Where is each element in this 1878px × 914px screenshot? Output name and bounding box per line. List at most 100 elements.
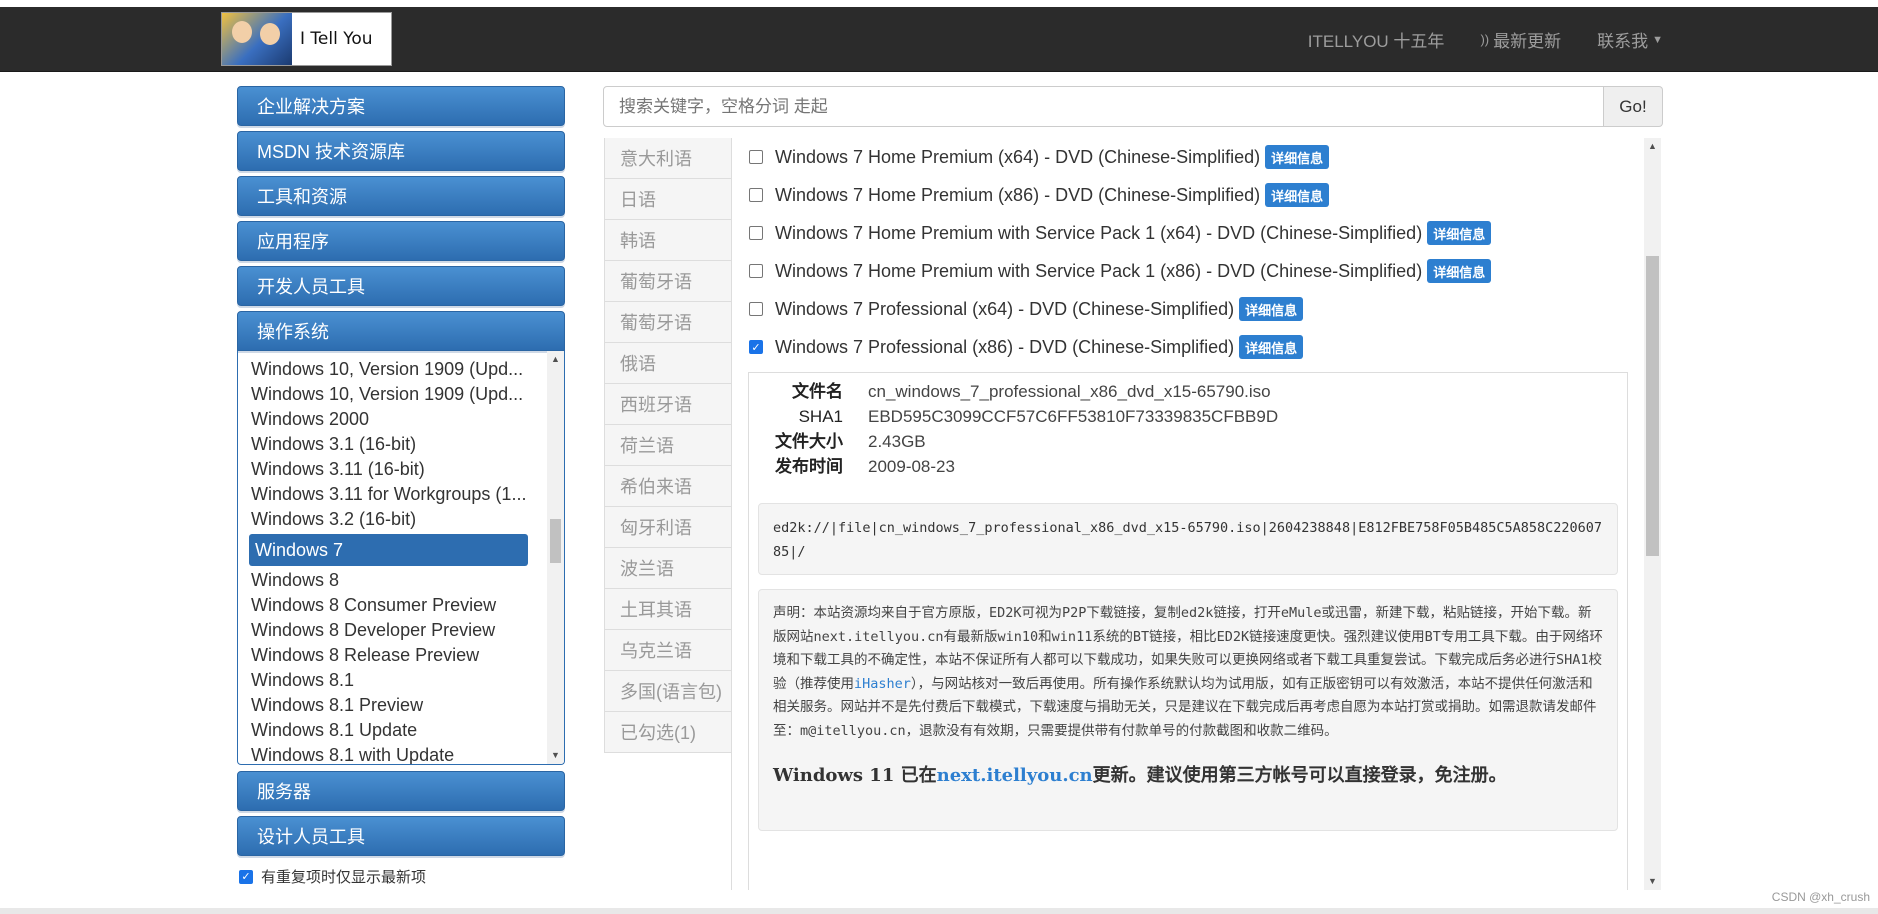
os-list-item[interactable]: Windows 8 [251, 568, 534, 593]
category-label: 工具和资源 [257, 187, 347, 207]
release-checkbox[interactable] [749, 150, 763, 164]
language-item[interactable]: 多国(语言包) [604, 671, 731, 712]
language-item[interactable]: 波兰语 [604, 548, 731, 589]
category-msdn[interactable]: MSDN 技术资源库 [237, 131, 565, 171]
language-item[interactable]: 意大利语 [604, 138, 731, 179]
os-list-item[interactable]: Windows 10, Version 1909 (Upd... [251, 357, 534, 382]
category-operating-systems[interactable]: 操作系统 [237, 311, 565, 351]
os-list-item[interactable]: Windows 8.1 Preview [251, 693, 534, 718]
release-panel: Windows 7 Home Premium (x64) - DVD (Chin… [733, 138, 1645, 890]
nav-contact-dropdown[interactable]: 联系我 ▼ [1597, 27, 1663, 52]
category-tools[interactable]: 工具和资源 [237, 176, 565, 216]
details-button[interactable]: 详细信息 [1427, 221, 1492, 245]
details-button[interactable]: 详细信息 [1265, 183, 1330, 207]
release-row: Windows 7 Home Premium with Service Pack… [733, 214, 1645, 252]
language-item[interactable]: 葡萄牙语 [604, 261, 731, 302]
release-name: Windows 7 Professional (x86) - DVD (Chin… [775, 336, 1235, 357]
language-item[interactable]: 韩语 [604, 220, 731, 261]
next-itellyou-link[interactable]: next.itellyou.cn [937, 765, 1093, 786]
os-list-item[interactable]: Windows 10, Version 1909 (Upd... [251, 382, 534, 407]
release-checkbox[interactable] [749, 264, 763, 278]
scroll-down-arrow-icon[interactable]: ▼ [1644, 873, 1661, 890]
release-name: Windows 7 Home Premium with Service Pack… [775, 222, 1423, 243]
os-product-list[interactable]: Windows 10, Version 1909 (Upd... Windows… [237, 351, 565, 765]
category-designer-tools[interactable]: 设计人员工具 [237, 816, 565, 856]
release-name: Windows 7 Professional (x64) - DVD (Chin… [775, 298, 1235, 319]
disclaimer-text: 声明：本站资源均来自于官方原版，ED2K可视为P2P下载链接，复制ed2k链接，… [773, 602, 1603, 743]
windows11-notice: Windows 11 已在next.itellyou.cn更新。建议使用第三方帐… [773, 761, 1603, 787]
release-checkbox[interactable] [749, 188, 763, 202]
language-item[interactable]: 俄语 [604, 343, 731, 384]
content-scrollbar[interactable]: ▲ ▼ [1644, 138, 1661, 890]
language-item[interactable]: 葡萄牙语 [604, 302, 731, 343]
release-checkbox[interactable] [749, 302, 763, 316]
os-list-item[interactable]: Windows 3.1 (16-bit) [251, 432, 534, 457]
nav-latest-updates-link[interactable]: )) 最新更新 [1480, 27, 1561, 52]
filename-value: cn_windows_7_professional_x86_dvd_x15-65… [868, 382, 1271, 401]
category-label: 开发人员工具 [257, 277, 365, 297]
language-item-checked-count[interactable]: 已勾选(1) [604, 712, 731, 753]
details-button[interactable]: 详细信息 [1265, 145, 1330, 169]
category-developer-tools[interactable]: 开发人员工具 [237, 266, 565, 306]
bottom-bar [0, 908, 1878, 914]
latest-only-checkbox[interactable]: ✓ [239, 869, 253, 884]
logo-text: I Tell You [300, 29, 373, 49]
os-list-item[interactable]: Windows 3.2 (16-bit) [251, 507, 534, 532]
os-list-item[interactable]: Windows 2000 [251, 407, 534, 432]
os-list-item[interactable]: Windows 8.1 [251, 668, 534, 693]
os-list-item[interactable]: Windows 8 Consumer Preview [251, 593, 534, 618]
language-item[interactable]: 土耳其语 [604, 589, 731, 630]
category-label: 应用程序 [257, 232, 329, 252]
release-checkbox[interactable] [749, 226, 763, 240]
os-list-item[interactable]: Windows 3.11 (16-bit) [251, 457, 534, 482]
language-item[interactable]: 荷兰语 [604, 425, 731, 466]
content-scroll-thumb[interactable] [1646, 256, 1659, 556]
os-list-item[interactable]: Windows 8 Developer Preview [251, 618, 534, 643]
nav-links: ITELLYOU 十五年 )) 最新更新 联系我 ▼ [1308, 27, 1663, 52]
details-button[interactable]: 详细信息 [1427, 259, 1492, 283]
os-list-item-selected[interactable]: Windows 7 [249, 534, 528, 566]
ihasher-link[interactable]: iHasher [854, 676, 911, 692]
details-button[interactable]: 详细信息 [1239, 297, 1304, 321]
disclaimer-box: 声明：本站资源均来自于官方原版，ED2K可视为P2P下载链接，复制ed2k链接，… [758, 589, 1618, 831]
release-row: Windows 7 Home Premium (x86) - DVD (Chin… [733, 176, 1645, 214]
date-row: 发布时间 2009-08-23 [759, 454, 1627, 479]
filename-row: 文件名 cn_windows_7_professional_x86_dvd_x1… [759, 379, 1627, 404]
os-list-item[interactable]: Windows 3.11 for Workgroups (1... [251, 482, 534, 507]
latest-only-option[interactable]: ✓ 有重复项时仅显示最新项 [237, 866, 565, 887]
language-item[interactable]: 日语 [604, 179, 731, 220]
sha1-label: SHA1 [798, 407, 843, 426]
language-item[interactable]: 希伯来语 [604, 466, 731, 507]
category-label: 服务器 [257, 782, 311, 802]
category-enterprise[interactable]: 企业解决方案 [237, 86, 565, 126]
language-item[interactable]: 匈牙利语 [604, 507, 731, 548]
language-item[interactable]: 西班牙语 [604, 384, 731, 425]
category-servers[interactable]: 服务器 [237, 771, 565, 811]
filename-label: 文件名 [792, 382, 843, 401]
os-list-scroll-thumb[interactable] [550, 519, 561, 563]
os-list-item[interactable]: Windows 8.1 with Update [251, 743, 534, 764]
nav-latest-updates-label: 最新更新 [1493, 32, 1562, 51]
sha1-row: SHA1 EBD595C3099CCF57C6FF53810F73339835C… [759, 404, 1627, 429]
date-label: 发布时间 [775, 457, 843, 476]
site-logo[interactable]: I Tell You [221, 12, 392, 66]
nav-anniversary-link[interactable]: ITELLYOU 十五年 [1308, 27, 1445, 52]
release-checkbox-checked[interactable]: ✓ [749, 340, 763, 354]
release-row: Windows 7 Professional (x64) - DVD (Chin… [733, 290, 1645, 328]
notice-part: Windows 11 已在 [773, 765, 937, 786]
ed2k-link-box[interactable]: ed2k://|file|cn_windows_7_professional_x… [758, 503, 1618, 575]
os-list-scrollbar[interactable]: ▲ ▼ [547, 351, 564, 764]
os-list-item[interactable]: Windows 8 Release Preview [251, 643, 534, 668]
scroll-up-arrow-icon[interactable]: ▲ [1644, 138, 1661, 155]
details-button[interactable]: 详细信息 [1239, 335, 1304, 359]
os-list-item[interactable]: Windows 8.1 Update [251, 718, 534, 743]
search-go-button[interactable]: Go! [1604, 86, 1663, 127]
category-label: MSDN 技术资源库 [257, 142, 405, 162]
category-applications[interactable]: 应用程序 [237, 221, 565, 261]
scroll-up-arrow-icon[interactable]: ▲ [547, 351, 564, 368]
date-value: 2009-08-23 [868, 457, 955, 476]
scroll-down-arrow-icon[interactable]: ▼ [547, 747, 564, 764]
nav-contact-label: 联系我 [1597, 32, 1649, 51]
search-input[interactable] [603, 86, 1604, 127]
language-item[interactable]: 乌克兰语 [604, 630, 731, 671]
